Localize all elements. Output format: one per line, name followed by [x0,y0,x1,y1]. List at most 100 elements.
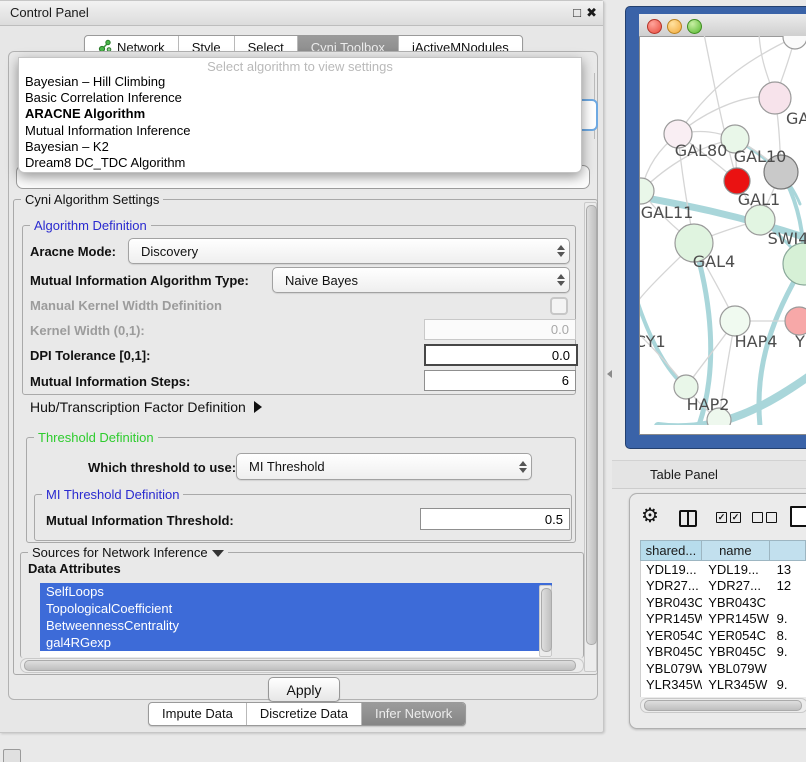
attribute-item[interactable]: TopologicalCoefficient [40,600,552,617]
attribute-item[interactable]: SelfLoops [40,583,552,600]
table-row[interactable]: YLR345WYLR345W9. [641,677,806,694]
column-header[interactable]: name [702,540,770,561]
scrollbar-thumb[interactable] [24,660,576,671]
mi-threshold-group-title: MI Threshold Definition [42,487,183,502]
scrollbar-thumb[interactable] [541,588,552,652]
panel-title: Control Panel [10,5,89,20]
table-cell: 12 [771,578,806,593]
mac-minimize-button[interactable] [667,19,682,34]
dropdown-item[interactable]: Bayesian – K2 [19,139,581,155]
table-cell: YPR145W [702,611,770,626]
chevron-up-down-icon [515,461,531,473]
dpi-tolerance-value: 0.0 [552,348,570,363]
mi-algorithm-type-label: Mutual Information Algorithm Type: [30,273,249,288]
network-canvas[interactable]: GALGAL80GAL10GAL1GAL11SWI4GAL4GCY1HAP4YH… [640,36,806,425]
gear-icon[interactable]: ⚙ [641,506,659,526]
table-cell: 9. [771,694,806,697]
node-label: GAL4 [693,252,735,271]
window-grip[interactable] [3,749,21,762]
attributes-scrollbar[interactable] [539,585,552,657]
node-partial-top[interactable] [783,36,806,49]
node-label: Y [794,332,805,351]
chevron-up-down-icon [553,274,569,286]
mac-zoom-button[interactable] [687,19,702,34]
hub-definition-label: Hub/Transcription Factor Definition [30,399,246,415]
table-row[interactable]: YBR045CYBR045C9. [641,644,806,661]
chevron-up-down-icon [553,245,569,257]
apply-button-label: Apply [286,682,321,698]
attribute-item[interactable]: BetweennessCentrality [40,617,552,634]
node-label: GAL80 [675,141,728,160]
node-label: GAL [786,109,806,128]
select-all-check-icon[interactable]: ✓ [716,512,727,523]
table-cell: 9. [771,677,806,692]
unselect-all-icon[interactable] [766,512,777,523]
which-threshold-value: MI Threshold [237,459,515,474]
panel-splitter-arrow[interactable] [607,370,612,378]
close-icon[interactable]: ✖ [586,5,597,21]
table-row[interactable]: YIL052CYIL052C9. [641,693,806,697]
kernel-width-field[interactable]: 0.0 [424,319,576,340]
node-label: HAP2 [687,395,730,414]
tab-discretize-data[interactable]: Discretize Data [246,703,361,725]
export-table-icon[interactable] [790,506,806,527]
dpi-tolerance-field[interactable]: 0.0 [424,344,578,366]
mi-steps-label: Mutual Information Steps: [30,374,190,389]
select-all-check-icon[interactable]: ✓ [730,512,741,523]
node-label: GAL10 [734,147,787,166]
tab-impute-data[interactable]: Impute Data [149,703,246,725]
settings-horizontal-scrollbar[interactable] [20,658,584,673]
dropdown-item[interactable]: Mutual Information Inference [19,123,581,139]
table-cell: YIL052C [702,694,770,697]
table-row[interactable]: YPR145WYPR145W9. [641,611,806,628]
mac-close-button[interactable] [647,19,662,34]
table-row[interactable]: YER054CYER054C8. [641,627,806,644]
unselect-all-icon[interactable] [752,512,763,523]
mi-threshold-value: 0.5 [545,512,563,527]
hub-definition-section[interactable]: Hub/Transcription Factor Definition [30,399,262,415]
mi-threshold-field[interactable]: 0.5 [420,508,570,530]
node-big-green[interactable] [783,243,806,285]
table-row[interactable]: YDR27...YDR27...12 [641,578,806,595]
triangle-down-icon [212,550,224,557]
mi-steps-field[interactable]: 6 [424,370,576,391]
table-horizontal-scrollbar[interactable] [640,698,806,713]
table-row[interactable]: YBL079WYBL079W [641,660,806,677]
mi-algorithm-type-value: Naive Bayes [273,273,553,288]
mi-algorithm-type-combobox[interactable]: Naive Bayes [272,267,570,293]
float-icon[interactable]: □ [573,5,581,20]
table-row[interactable]: YBR043CYBR043C [641,594,806,611]
tab-infer-network[interactable]: Infer Network [361,703,465,725]
dropdown-item[interactable]: ARACNE Algorithm [19,106,581,122]
columns-icon[interactable] [679,510,697,527]
table-cell: YER054C [641,628,702,643]
dropdown-item[interactable]: Dream8 DC_TDC Algorithm [19,155,581,171]
mi-steps-value: 6 [562,373,569,388]
tab-label: Infer Network [375,706,452,721]
attribute-item[interactable]: gal4RGexp [40,634,552,651]
table-cell: YIL052C [641,694,702,697]
algorithm-dropdown-popup: Select algorithm to view settings Bayesi… [18,57,582,173]
settings-vertical-scrollbar[interactable] [584,202,597,672]
column-header[interactable] [770,540,806,561]
apply-button[interactable]: Apply [268,677,340,702]
threshold-definition-title: Threshold Definition [34,430,158,445]
table-cell: YBL079W [641,661,702,676]
node-salmon[interactable] [785,307,806,335]
scrollbar-thumb[interactable] [586,205,597,645]
data-attributes-label: Data Attributes [28,561,121,576]
scrollbar-thumb[interactable] [644,700,802,711]
dpi-tolerance-label: DPI Tolerance [0,1]: [30,348,150,363]
table-row[interactable]: YDL19...YDL19...13 [641,561,806,578]
manual-kernel-width-checkbox[interactable] [550,297,568,315]
dropdown-item[interactable]: Bayesian – Hill Climbing [19,74,581,90]
dropdown-item[interactable]: Basic Correlation Inference [19,90,581,106]
control-panel-titlebar: Control Panel □ ✖ [0,1,603,26]
column-header[interactable]: shared... [640,540,702,561]
which-threshold-combobox[interactable]: MI Threshold [236,453,532,480]
triangle-right-icon[interactable] [254,401,262,413]
data-attributes-list: SelfLoopsTopologicalCoefficientBetweenne… [40,583,552,657]
aracne-mode-combobox[interactable]: Discovery [128,238,570,264]
node-label: GAL1 [738,190,780,209]
table-body: YDL19...YDL19...13YDR27...YDR27...12YBR0… [640,561,806,697]
